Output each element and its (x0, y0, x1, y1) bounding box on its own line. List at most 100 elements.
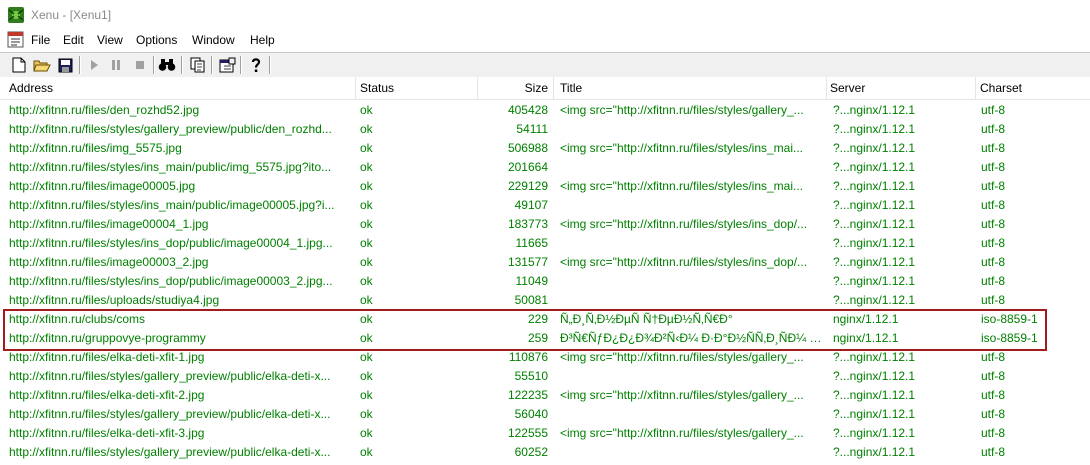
server-cell: ?...nginx/1.12.1 (833, 369, 916, 383)
help-question-icon[interactable] (246, 55, 266, 75)
stop-icon[interactable] (130, 55, 150, 75)
table-row[interactable]: http://xfitnn.ru/files/styles/ins_main/p… (0, 196, 1090, 215)
toolbar-separator (79, 56, 81, 74)
table-row[interactable]: http://xfitnn.ru/files/image00005.jpg ok 2… (0, 177, 1090, 196)
charset-cell: utf-8 (981, 236, 1006, 250)
status-cell: ok (360, 141, 373, 155)
menu-help[interactable]: Help (250, 33, 275, 47)
menu-window[interactable]: Window (192, 33, 235, 47)
size-cell: 50081 (514, 293, 548, 307)
status-cell: ok (360, 445, 373, 459)
title-cell: <img src="http://xfitnn.ru/files/styles/… (560, 141, 804, 155)
server-cell: ?...nginx/1.12.1 (833, 198, 916, 212)
address-cell: http://xfitnn.ru/files/elka-deti-xfit-3.… (9, 426, 205, 440)
xenu-spider-icon (8, 7, 24, 23)
size-cell: 405428 (507, 103, 548, 117)
status-cell: ok (360, 122, 373, 136)
size-cell: 122555 (507, 426, 548, 440)
toolbar-separator (240, 56, 242, 74)
server-cell: ?...nginx/1.12.1 (833, 236, 916, 250)
size-cell: 131577 (507, 255, 548, 269)
table-row[interactable]: http://xfitnn.ru/files/uploads/studiya4.… (0, 291, 1090, 310)
address-cell: http://xfitnn.ru/files/styles/ins_dop/pu… (9, 236, 333, 250)
menu-edit[interactable]: Edit (63, 33, 84, 47)
address-cell: http://xfitnn.ru/files/img_5575.jpg (9, 141, 182, 155)
table-row[interactable]: http://xfitnn.ru/files/styles/ins_dop/pu… (0, 234, 1090, 253)
window-title: Xenu - [Xenu1] (31, 8, 112, 22)
save-disk-icon[interactable] (55, 55, 75, 75)
charset-cell: utf-8 (981, 369, 1006, 383)
status-cell: ok (360, 255, 373, 269)
document-system-icon[interactable] (7, 31, 24, 48)
title-cell (556, 291, 828, 310)
toolbar-separator (153, 56, 155, 74)
size-cell: 49107 (514, 198, 548, 212)
table-row[interactable]: http://xfitnn.ru/files/styles/ins_dop/pu… (0, 272, 1090, 291)
pause-icon[interactable] (106, 55, 126, 75)
address-cell: http://xfitnn.ru/files/styles/gallery_pr… (9, 445, 331, 459)
binoculars-find-icon[interactable] (157, 55, 177, 75)
server-cell: ?...nginx/1.12.1 (833, 217, 916, 231)
toolbar-separator (269, 56, 271, 74)
status-cell: ok (360, 217, 373, 231)
size-cell: 11049 (515, 274, 548, 288)
status-cell: ok (360, 236, 373, 250)
table-row[interactable]: http://xfitnn.ru/files/img_5575.jpg ok 506… (0, 139, 1090, 158)
menu-options[interactable]: Options (136, 33, 177, 47)
charset-cell: utf-8 (981, 255, 1006, 269)
column-header-status[interactable]: Status (356, 77, 476, 99)
title-cell (556, 158, 828, 177)
menu-file[interactable]: File (31, 33, 50, 47)
status-cell: ok (360, 103, 373, 117)
toolbar (0, 52, 1090, 78)
table-row[interactable]: http://xfitnn.ru/files/den_rozhd52.jpg ok… (0, 101, 1090, 120)
size-cell: 183773 (507, 217, 548, 231)
status-cell: ok (360, 407, 373, 421)
column-header-address[interactable]: Address (5, 77, 355, 99)
open-folder-icon[interactable] (32, 55, 52, 75)
column-header-server[interactable]: Server (826, 77, 976, 99)
table-row[interactable]: http://xfitnn.ru/files/image00004_1.jpg o… (0, 215, 1090, 234)
status-cell: ok (360, 388, 373, 402)
menu-view[interactable]: View (97, 33, 123, 47)
column-resize-handle[interactable] (553, 77, 554, 99)
properties-icon[interactable] (217, 55, 237, 75)
column-header-title[interactable]: Title (556, 77, 826, 99)
title-cell: <img src="http://xfitnn.ru/files/styles/… (560, 179, 804, 193)
charset-cell: utf-8 (981, 198, 1006, 212)
title-cell: <img src="http://xfitnn.ru/files/styles/… (560, 217, 808, 231)
table-row[interactable]: http://xfitnn.ru/files/image00003_2.jpg o… (0, 253, 1090, 272)
copy-icon[interactable] (188, 55, 208, 75)
title-cell: <img src="http://xfitnn.ru/files/styles/… (560, 103, 804, 117)
table-row[interactable]: http://xfitnn.ru/files/styles/gallery_pr… (0, 367, 1090, 386)
charset-cell: utf-8 (981, 426, 1006, 440)
address-cell: http://xfitnn.ru/files/image00005.jpg (9, 179, 196, 193)
title-cell: <img src="http://xfitnn.ru/files/styles/… (560, 426, 804, 440)
address-cell: http://xfitnn.ru/files/den_rozhd52.jpg (9, 103, 200, 117)
server-cell: ?...nginx/1.12.1 (833, 445, 916, 459)
new-document-icon[interactable] (9, 55, 29, 75)
charset-cell: utf-8 (981, 122, 1006, 136)
size-cell: 56040 (514, 407, 548, 421)
server-cell: ?...nginx/1.12.1 (833, 179, 916, 193)
address-cell: http://xfitnn.ru/files/styles/gallery_pr… (9, 369, 331, 383)
table-row[interactable]: http://xfitnn.ru/files/elka-deti-xfit-2.… (0, 386, 1090, 405)
title-cell (556, 234, 828, 253)
column-header-size[interactable]: Size (477, 77, 552, 99)
address-cell: http://xfitnn.ru/files/styles/gallery_pr… (9, 407, 331, 421)
size-cell: 506988 (507, 141, 548, 155)
address-cell: http://xfitnn.ru/files/image00003_2.jpg (9, 255, 209, 269)
toolbar-separator (181, 56, 183, 74)
table-row[interactable]: http://xfitnn.ru/files/styles/gallery_pr… (0, 405, 1090, 424)
table-row[interactable]: http://xfitnn.ru/files/styles/gallery_pr… (0, 120, 1090, 139)
size-cell: 11665 (515, 236, 548, 250)
column-header-charset[interactable]: Charset (976, 77, 1086, 99)
title-cell (556, 367, 828, 386)
play-icon[interactable] (84, 55, 104, 75)
table-row[interactable]: http://xfitnn.ru/files/styles/gallery_pr… (0, 443, 1090, 462)
server-cell: ?...nginx/1.12.1 (833, 122, 916, 136)
table-row[interactable]: http://xfitnn.ru/files/elka-deti-xfit-3.… (0, 424, 1090, 443)
status-cell: ok (360, 426, 373, 440)
table-row[interactable]: http://xfitnn.ru/files/styles/ins_main/p… (0, 158, 1090, 177)
menu-bar: File Edit View Options Window Help (0, 30, 1090, 51)
